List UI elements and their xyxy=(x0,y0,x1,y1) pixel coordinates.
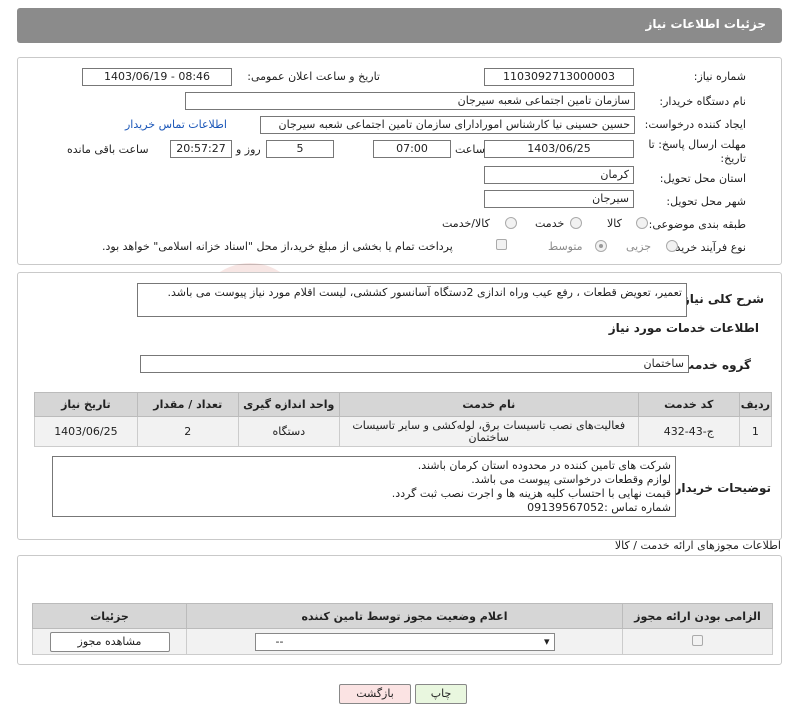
col-header-name: نام خدمت xyxy=(338,392,639,417)
page-title: جزئیات اطلاعات نیاز xyxy=(645,17,766,31)
cell-unit: دستگاه xyxy=(237,416,340,447)
cell-date: 1403/06/25 xyxy=(34,416,138,447)
buyer-notes-label: توضیحات خریدار: xyxy=(669,481,771,495)
buyer-notes-textarea: شرکت های تامین کننده در محدوده استان کرم… xyxy=(52,456,676,517)
cell-index: 1 xyxy=(738,416,773,447)
deadline-date-label: تاریخ: xyxy=(720,152,746,165)
announce-label: تاریخ و ساعت اعلان عمومی: xyxy=(247,70,380,83)
buyer-field: سازمان تامین اجتماعی شعبه سیرجان xyxy=(185,92,635,110)
cell-code: ج-43-432 xyxy=(637,416,740,447)
permits-table: الزامی بودن ارائه مجوز اعلام وضعیت مجوز … xyxy=(32,603,773,655)
buyer-label: نام دستگاه خریدار: xyxy=(659,95,746,108)
service-group-field: ساختمان xyxy=(140,355,689,373)
col-header-row: ردیف xyxy=(738,392,773,417)
requester-field: حسین حسینی نیا کارشناس امورادارای سازمان… xyxy=(260,116,635,134)
city-field: سیرجان xyxy=(484,190,634,208)
print-button[interactable]: چاپ xyxy=(415,684,467,704)
time-label: ساعت xyxy=(455,143,485,156)
deadline-label: مهلت ارسال پاسخ: تا xyxy=(648,138,746,151)
permits-section-title: اطلاعات مجوزهای ارائه خدمت / کالا xyxy=(614,539,781,552)
col-header-unit: واحد اندازه گیری xyxy=(237,392,340,417)
process-option-medium: متوسط xyxy=(548,240,583,253)
buyer-note-line: شرکت های تامین کننده در محدوده استان کرم… xyxy=(417,459,671,472)
days-label: روز و xyxy=(236,143,261,156)
summary-label: شرح کلی نیاز: xyxy=(678,292,764,306)
permit-required-checkbox xyxy=(692,634,703,646)
buyer-note-line: لوازم وقطعات درخواستی پیوست می باشد. xyxy=(471,473,671,486)
announce-field: 1403/06/19 - 08:46 xyxy=(82,68,232,86)
need-number-label: شماره نیاز: xyxy=(693,70,746,83)
deadline-time-field: 07:00 xyxy=(373,140,451,158)
permit-status-value: -- xyxy=(275,634,284,648)
cell-qty: 2 xyxy=(136,416,239,447)
cell-name: فعالیت‌های نصب تاسیسات برق، لوله‌کشی و س… xyxy=(338,416,639,447)
permit-details-cell: مشاهده مجوز xyxy=(32,628,187,655)
services-section-title: اطلاعات خدمات مورد نیاز xyxy=(608,321,759,335)
province-field: کرمان xyxy=(484,166,634,184)
treasury-note: پرداخت تمام یا بخشی از مبلغ خرید،از محل … xyxy=(102,240,453,253)
chevron-down-icon: ▾ xyxy=(543,634,550,648)
treasury-checkbox[interactable] xyxy=(496,239,507,250)
category-radio-goods[interactable] xyxy=(636,217,648,229)
permit-status-select[interactable]: -- ▾ xyxy=(254,632,555,651)
view-permit-button[interactable]: مشاهده مجوز xyxy=(49,631,170,652)
city-label: شهر محل تحویل: xyxy=(666,195,746,208)
remaining-label: ساعت باقی مانده xyxy=(67,143,149,156)
category-radio-both[interactable] xyxy=(505,217,517,229)
requester-label: ایجاد کننده درخواست: xyxy=(644,118,746,131)
province-label: استان محل تحویل: xyxy=(659,172,746,185)
col-header-code: کد خدمت xyxy=(637,392,740,417)
category-option-goods: کالا xyxy=(607,217,622,230)
permit-col-status: اعلام وضعیت مجوز توسط تامین کننده xyxy=(186,603,623,629)
category-label: طبقه بندی موضوعی: xyxy=(648,218,746,231)
buyer-contact-link[interactable]: اطلاعات تماس خریدار xyxy=(125,118,227,131)
days-field: 5 xyxy=(266,140,334,158)
permit-col-details: جزئیات xyxy=(32,603,187,629)
permit-status-cell: -- ▾ xyxy=(186,628,623,655)
need-number-field: 1103092713000003 xyxy=(484,68,634,86)
category-option-service: خدمت xyxy=(535,217,565,230)
col-header-qty: تعداد / مقدار xyxy=(136,392,239,417)
process-label: نوع فرآیند خرید : xyxy=(668,241,746,254)
deadline-date-field: 1403/06/25 xyxy=(484,140,634,158)
col-header-date: تاریخ نیاز xyxy=(34,392,138,417)
table-row: -- ▾ مشاهده مجوز xyxy=(32,628,773,655)
table-row: 1 ج-43-432 فعالیت‌های نصب تاسیسات برق، ل… xyxy=(34,416,773,447)
category-radio-service[interactable] xyxy=(570,217,582,229)
remaining-time-field: 20:57:27 xyxy=(170,140,232,158)
buyer-note-line: قیمت نهایی با احتساب کلیه هزینه ها و اجر… xyxy=(391,487,671,500)
process-option-minor: جزیی xyxy=(626,240,652,253)
category-option-both: کالا/خدمت xyxy=(442,217,490,230)
need-info-panel xyxy=(17,57,782,265)
permit-required-cell xyxy=(622,628,773,655)
services-table: ردیف کد خدمت نام خدمت واحد اندازه گیری ت… xyxy=(34,392,773,447)
summary-textarea: تعمیر، تعویض قطعات ، رفع عیب وراه اندازی… xyxy=(137,283,687,317)
buyer-note-line: شماره تماس :09139567052 xyxy=(527,501,671,514)
process-radio-medium[interactable] xyxy=(595,240,607,252)
back-button[interactable]: بازگشت xyxy=(339,684,411,704)
process-radio-minor[interactable] xyxy=(666,240,678,252)
permit-col-required: الزامی بودن ارائه مجوز xyxy=(622,603,773,629)
header-bar: جزئیات اطلاعات نیاز xyxy=(17,8,782,43)
